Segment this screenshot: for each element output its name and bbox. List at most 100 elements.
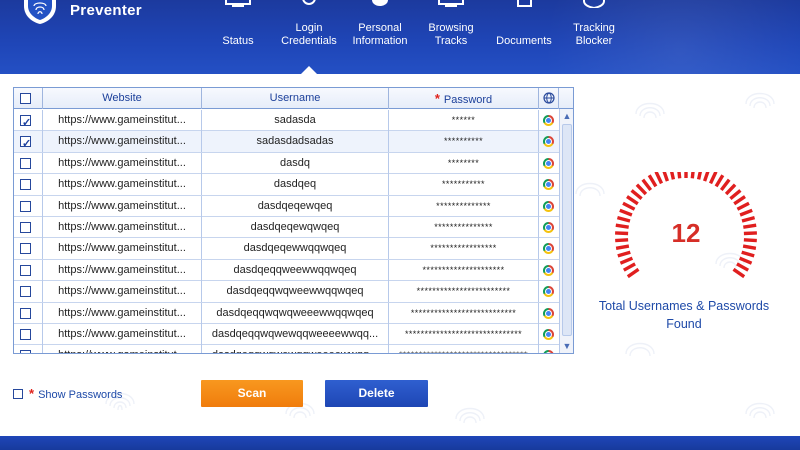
table-row[interactable]: https://www.gameinstitut...dasdqeqqwqwew… [14,324,559,346]
browser-cell [539,110,559,131]
row-checkbox[interactable]: ✓ [20,136,31,150]
found-count-caption: Total Usernames & Passwords Found [598,299,770,331]
row-select-cell[interactable] [14,281,43,303]
gauge-tick [729,189,742,201]
gauge-tick [719,178,731,192]
gauge-tick [739,208,753,217]
row-select-cell[interactable] [14,259,43,281]
gauge-tick [708,172,718,185]
tab-personal-information[interactable]: Personal Information [348,0,412,74]
website-cell: https://www.gameinstitut... [43,174,202,196]
row-select-cell[interactable] [14,302,43,324]
tab-tracking-blocker-label: Tracking Blocker [573,22,615,47]
header-select-all[interactable] [14,88,43,109]
row-checkbox[interactable] [20,329,31,340]
password-cell: *********** [389,174,539,196]
header-browser[interactable] [539,88,559,109]
password-cell: ********************* [389,259,539,281]
row-select-cell[interactable] [14,345,43,353]
password-cell: *************** [389,217,539,238]
tab-browsing-tracks[interactable]: Browsing Tracks [420,0,482,74]
password-cell: ******** [389,152,539,174]
chrome-icon [543,350,554,353]
chrome-icon [543,115,554,126]
chrome-icon [543,286,554,298]
row-checkbox[interactable] [20,179,31,191]
username-cell: dasdqeqewwqqwqeq [202,238,389,260]
username-cell: dasdqeqqwqwqweeewwqqwqeq [202,302,389,324]
required-asterisk: * [29,386,35,401]
table-row[interactable]: https://www.gameinstitut... dasdq ******** [14,152,559,175]
website-cell: https://www.gameinstitut... [43,110,202,131]
show-passwords-option[interactable]: * Show Passwords [13,386,122,402]
scroll-up-arrow-icon[interactable]: ▲ [560,109,573,123]
row-select-cell[interactable] [14,324,43,345]
row-checkbox[interactable] [20,243,31,255]
tab-tracking-blocker[interactable]: Tracking Blocker [566,0,622,74]
show-passwords-checkbox[interactable] [13,389,23,399]
table-row[interactable]: https://www.gameinstitut... dasdqeqewqwqe… [14,217,559,239]
scrollbar-thumb[interactable] [562,124,572,336]
gauge-tick [724,183,737,196]
table-row[interactable]: https://www.gameinstitut...dasdqeqqwqwew… [14,345,559,353]
browser-cell [539,303,559,324]
gauge-tick [654,172,664,185]
row-select-cell[interactable] [14,217,43,238]
row-checkbox[interactable] [20,264,31,276]
row-select-cell[interactable]: ✓ [14,131,43,153]
table-row[interactable]: ✓ https://www.gameinstitut... sadasdadsada… [14,131,559,153]
gauge-tick [626,195,639,206]
gauge-tick [617,250,631,258]
active-tab-indicator [300,66,318,74]
browser-cell [539,238,559,259]
table-row[interactable]: https://www.gameinstitut... dasdqeqqwqwqw… [14,302,559,324]
delete-button[interactable]: Delete [325,380,428,407]
person-icon [372,0,388,6]
gauge-tick [714,174,725,188]
row-checkbox[interactable]: ✓ [20,115,31,129]
chrome-icon [543,243,554,255]
row-checkbox[interactable] [20,157,31,169]
tab-browsing-tracks-label: Browsing Tracks [428,22,474,47]
scan-button[interactable]: Scan [201,380,303,407]
table-row[interactable]: https://www.gameinstitut... dasdqeqqweeww… [14,259,559,282]
row-select-cell[interactable] [14,238,43,260]
table-row[interactable]: https://www.gameinstitut... dasdqeqewwqqw… [14,238,559,260]
tab-login-credentials[interactable]: Login Credentials [276,0,342,74]
gauge-tick [696,172,702,180]
tab-status[interactable]: Status [212,0,264,74]
header-username[interactable]: Username [202,88,389,109]
table-row[interactable]: https://www.gameinstitut... dasdqeq ******… [14,174,559,196]
header-website[interactable]: Website [43,88,202,109]
shield-logo-icon [24,0,56,24]
row-checkbox[interactable] [20,307,31,319]
row-checkbox[interactable] [20,200,31,212]
chrome-icon [543,264,554,276]
table-row[interactable]: https://www.gameinstitut... dasdqeqqwqwee… [14,281,559,303]
row-select-cell[interactable] [14,195,43,217]
tab-documents[interactable]: Documents [492,0,556,74]
row-checkbox[interactable] [20,286,31,298]
row-select-cell[interactable] [14,174,43,196]
globe-icon [542,92,555,104]
table-row[interactable]: https://www.gameinstitut... dasdqeqewqeq *… [14,195,559,217]
header-password[interactable]: * Password [389,88,539,109]
row-select-cell[interactable] [14,152,43,174]
password-cell: ***************** [389,238,539,260]
password-cell: ****************************** [389,324,539,345]
gauge-tick [736,262,750,272]
table-row[interactable]: ✓ https://www.gameinstitut... sadasda *****… [14,110,559,132]
select-all-checkbox[interactable] [20,93,31,104]
password-cell: ********************************* [389,345,539,353]
vertical-scrollbar[interactable]: ▲ ▼ [559,109,573,353]
checkmark-icon: ✓ [22,138,32,151]
website-cell: https://www.gameinstitut... [43,217,202,238]
row-checkbox[interactable] [20,350,31,353]
row-checkbox[interactable] [20,222,31,233]
scroll-down-arrow-icon[interactable]: ▼ [560,339,573,353]
row-select-cell[interactable]: ✓ [14,110,43,131]
username-cell: dasdqeqqweewwqqwqeq [202,259,389,281]
password-cell: ************************ [389,281,539,303]
checkmark-icon: ✓ [22,117,32,129]
browser-cell [539,281,559,302]
